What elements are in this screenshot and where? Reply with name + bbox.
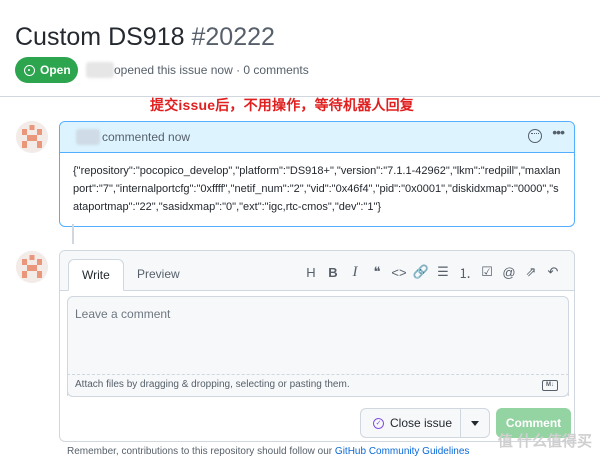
issue-comment: commented now ••• {"repository":"pocopic… xyxy=(59,121,575,227)
close-issue-label: Close issue xyxy=(390,416,453,430)
bulleted-list-icon[interactable]: ☰ xyxy=(432,263,454,281)
issue-title-text: Custom DS918 xyxy=(15,23,185,51)
saved-reply-icon[interactable]: ↶ xyxy=(542,263,564,281)
close-issue-button[interactable]: ✓ Close issue xyxy=(360,408,461,438)
issue-opened-icon xyxy=(24,64,35,76)
quote-icon[interactable]: ❝ xyxy=(366,263,388,281)
triangle-down-icon xyxy=(471,420,479,426)
markdown-icon[interactable]: M↓ xyxy=(542,380,558,391)
avatar[interactable] xyxy=(16,121,48,153)
mention-icon[interactable]: @ xyxy=(498,263,520,281)
tab-preview[interactable]: Preview xyxy=(124,259,193,291)
italic-icon[interactable]: I xyxy=(344,263,366,281)
comment-body: {"repository":"pocopico_develop","platfo… xyxy=(73,165,561,213)
close-issue-icon: ✓ xyxy=(373,417,384,429)
author-name-blurred[interactable] xyxy=(86,62,114,78)
community-guidelines-link[interactable]: GitHub Community Guidelines xyxy=(335,446,470,457)
issue-meta: opened this issue now · 0 comments xyxy=(114,63,309,77)
timeline-connector xyxy=(72,224,74,244)
close-issue-dropdown-button[interactable] xyxy=(460,408,490,438)
comment-header: commented now ••• xyxy=(60,122,574,153)
issue-title: Custom DS918 #20222 xyxy=(15,20,275,54)
comment-placeholder: Leave a comment xyxy=(75,307,171,321)
attach-files-text: Attach files by dragging & dropping, sel… xyxy=(75,379,350,390)
task-list-icon[interactable]: ☑ xyxy=(476,263,498,281)
composer-header: Write Preview H B I ❝ <> 🔗 ☰ ⒈ ☑ @ ⇗ ↶ xyxy=(60,251,574,291)
identicon-avatar-icon xyxy=(16,251,48,283)
identicon-avatar-icon xyxy=(16,121,48,153)
cross-reference-icon[interactable]: ⇗ xyxy=(520,263,542,281)
heading-icon[interactable]: H xyxy=(300,263,322,281)
status-label: Open xyxy=(40,63,71,77)
tab-write[interactable]: Write xyxy=(68,259,124,291)
attach-files-bar[interactable]: Attach files by dragging & dropping, sel… xyxy=(67,374,569,397)
open-status-badge: Open xyxy=(15,57,78,83)
commenter-name-blurred[interactable] xyxy=(76,129,100,145)
numbered-list-icon[interactable]: ⒈ xyxy=(454,263,476,281)
red-annotation-text: 提交issue后，不用操作，等待机器人回复 xyxy=(150,97,414,113)
current-user-avatar[interactable] xyxy=(16,251,48,283)
link-icon[interactable]: 🔗 xyxy=(410,263,432,281)
kebab-menu-icon[interactable]: ••• xyxy=(552,124,565,140)
code-icon[interactable]: <> xyxy=(388,263,410,281)
contribution-note-text: Remember, contributions to this reposito… xyxy=(67,446,333,457)
add-reaction-icon[interactable] xyxy=(528,129,542,143)
bold-icon[interactable]: B xyxy=(322,263,344,281)
markdown-toolbar: H B I ❝ <> 🔗 ☰ ⒈ ☑ @ ⇗ ↶ xyxy=(300,263,564,281)
comment-meta: commented now xyxy=(102,130,191,144)
issue-number: #20222 xyxy=(191,23,275,51)
contribution-note: Remember, contributions to this reposito… xyxy=(67,446,469,457)
comment-composer: Write Preview H B I ❝ <> 🔗 ☰ ⒈ ☑ @ ⇗ ↶ L… xyxy=(59,250,575,442)
watermark-logo: 值 什么值得买 xyxy=(497,433,592,450)
